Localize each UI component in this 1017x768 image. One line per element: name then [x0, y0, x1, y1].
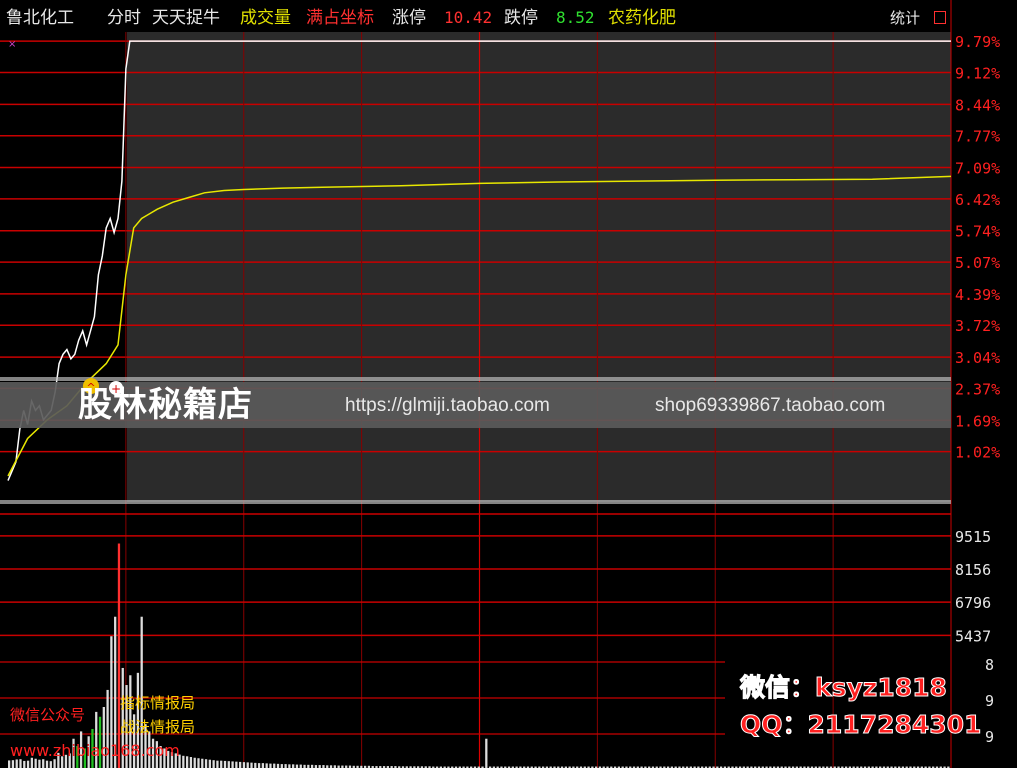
promo-site: www.zhibiao168.com [10, 741, 180, 760]
volume-bar [235, 761, 238, 768]
watermark-brand: 股林秘籍店 [78, 385, 253, 425]
volume-bar [292, 764, 295, 768]
promo-label-1: 指标情报局 [120, 694, 196, 712]
volume-right-label: 9 [985, 728, 994, 746]
price-tick-label: 5.07% [955, 254, 1000, 272]
price-tick-label: 2.37% [955, 380, 1000, 398]
volume-bar [284, 764, 287, 768]
volume-bar [269, 763, 272, 768]
volume-bar [208, 759, 211, 768]
limit-down-label: 跌停 [504, 8, 538, 28]
volume-bar [185, 756, 189, 768]
volume-tick-label: 6796 [955, 594, 991, 612]
coord-label[interactable]: 满占坐标 [306, 6, 374, 30]
watermark-url-2: shop69339867.taobao.com [655, 395, 886, 416]
promo-wechat: 微信：ksyz1818 [740, 673, 948, 703]
sector-label: 农药化肥 [608, 8, 676, 28]
price-tick-label: 8.44% [955, 96, 1000, 114]
promo-label-2: 战法情报局 [120, 718, 196, 736]
volume-bar [239, 761, 242, 768]
volume-bar [261, 763, 265, 768]
volume-tick-label: 8156 [955, 561, 991, 579]
axis-tick-labels: 9.79% 9.12% 8.44% 7.77% 7.09% 6.42% 5.74% 5.07%… [955, 33, 1000, 746]
price-tick-label: 3.04% [955, 349, 1000, 367]
price-tick-label: 7.09% [955, 160, 1000, 178]
price-tick-label: 3.72% [955, 317, 1000, 335]
volume-tick-label: 5437 [955, 627, 991, 645]
volume-bar [26, 760, 30, 768]
volume-bar [189, 757, 193, 768]
window-toggle-icon[interactable] [934, 11, 946, 24]
volume-bar [231, 761, 234, 768]
volume-bar [276, 763, 280, 768]
volume-tick-label: 9515 [955, 528, 991, 546]
marker-x: × [8, 39, 16, 50]
promo-public-account: 微信公众号 [10, 706, 86, 724]
limit-up-label: 涨停 [392, 8, 426, 28]
watermark-url-1: https://glmiji.taobao.com [345, 395, 550, 416]
volume-right-label: 9 [985, 692, 994, 710]
price-tick-label: 7.77% [955, 128, 1000, 146]
volume-bar [49, 761, 52, 768]
volume-bar [265, 763, 268, 768]
volume-bar [223, 760, 227, 768]
volume-bar [216, 760, 219, 768]
price-tick-label: 6.42% [955, 191, 1000, 209]
volume-label: 成交量 [240, 8, 291, 28]
volume-bar [280, 764, 283, 768]
volume-bar [299, 764, 302, 768]
volume-bar [197, 758, 200, 768]
volume-bar [220, 760, 223, 768]
volume-bar [45, 760, 49, 768]
volume-bar [11, 760, 15, 768]
volume-bar [23, 760, 26, 768]
price-tick-label: 9.79% [955, 33, 1000, 51]
price-tick-label: 1.02% [955, 444, 1000, 462]
price-panel-shade [127, 32, 951, 502]
volume-bar [485, 738, 488, 768]
price-tick-label: 4.39% [955, 286, 1000, 304]
volume-bar [295, 764, 299, 768]
volume-bar [212, 760, 215, 768]
volume-bar [193, 757, 196, 768]
volume-bar [8, 760, 11, 768]
volume-bar [254, 762, 257, 768]
volume-bar [242, 762, 246, 768]
price-tick-label: 1.69% [955, 412, 1000, 430]
volume-bar [227, 761, 230, 768]
volume-bar [201, 758, 204, 768]
limit-up-value: 10.42 [444, 8, 493, 27]
volume-bar [288, 764, 291, 768]
view-mode[interactable]: 分时 [107, 6, 141, 30]
volume-bar [246, 762, 249, 768]
volume-bar [257, 763, 261, 768]
stats-button[interactable]: 统计 [890, 6, 920, 30]
volume-right-label: 8 [985, 656, 994, 674]
stock-name: 鲁北化工 [6, 8, 74, 28]
price-tick-label: 9.12% [955, 65, 1000, 83]
price-tick-label: 5.74% [955, 223, 1000, 241]
volume-bar [182, 755, 185, 768]
volume-bar [204, 759, 208, 768]
volume-bar [273, 763, 276, 768]
indicator-name[interactable]: 天天捉牛 [152, 6, 220, 30]
volume-bar [250, 762, 253, 768]
limit-down-value: 8.52 [556, 8, 595, 27]
promo-qq: QQ：2117284301 [739, 710, 982, 740]
